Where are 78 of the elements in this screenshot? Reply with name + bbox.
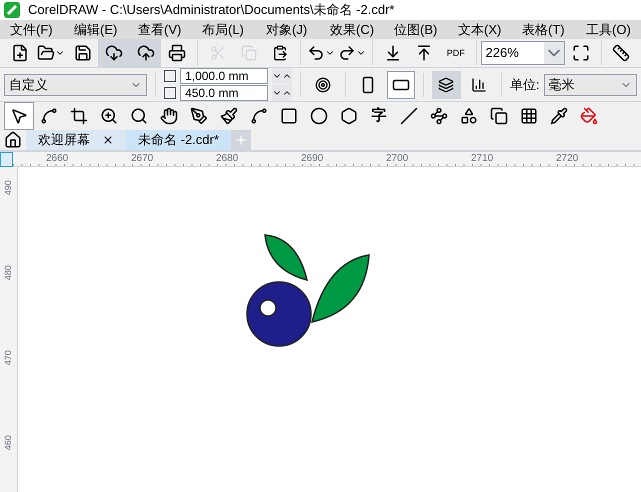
bar-chart-icon bbox=[470, 76, 487, 92]
connector-icon bbox=[430, 107, 448, 125]
width-field[interactable]: 1,000.0 mm bbox=[180, 68, 268, 84]
menu-item[interactable]: 布局(L) bbox=[192, 20, 256, 39]
menu-item[interactable]: 位图(B) bbox=[384, 20, 448, 39]
menu-item[interactable]: 查看(V) bbox=[128, 20, 192, 39]
landscape-button[interactable] bbox=[386, 70, 416, 98]
ruler-label: 2710 bbox=[471, 152, 494, 166]
new-file-icon bbox=[10, 44, 29, 62]
pen-nib-icon bbox=[190, 107, 208, 125]
printer-icon bbox=[168, 44, 186, 62]
undo-icon bbox=[306, 44, 325, 62]
ruler-label: 470 bbox=[2, 350, 14, 366]
spinner-icon[interactable] bbox=[272, 68, 292, 84]
ruler-label: 2690 bbox=[301, 152, 324, 166]
zoom-field[interactable]: 226% bbox=[480, 41, 566, 65]
crop-icon bbox=[70, 107, 88, 125]
line-icon bbox=[400, 107, 418, 125]
circle-icon bbox=[310, 107, 328, 125]
width-icon bbox=[164, 70, 176, 82]
layers-icon bbox=[438, 76, 454, 92]
document-tab[interactable]: 未命名 -2.cdr* bbox=[126, 130, 231, 150]
document-tab[interactable]: 欢迎屏幕 bbox=[26, 130, 126, 150]
clipboard-icon bbox=[272, 45, 288, 61]
curve-icon bbox=[250, 107, 268, 125]
copy-icon bbox=[241, 45, 257, 61]
cloud-upload-icon bbox=[136, 44, 155, 62]
blend-icon bbox=[460, 107, 478, 125]
ruler-label: 2680 bbox=[216, 152, 240, 166]
all-pages-button[interactable] bbox=[432, 70, 461, 98]
unit-label: 单位: bbox=[510, 76, 540, 94]
search-icon bbox=[130, 107, 148, 125]
height-field[interactable]: 450.0 mm bbox=[180, 85, 268, 101]
menu-item[interactable]: 表格(T) bbox=[512, 20, 576, 39]
zoom-icon bbox=[100, 107, 118, 125]
target-icon bbox=[315, 76, 332, 92]
cloud-upload-button[interactable] bbox=[130, 39, 162, 67]
dropdown-caret-icon bbox=[544, 42, 564, 64]
brush-icon bbox=[220, 107, 238, 125]
home-icon[interactable] bbox=[4, 131, 22, 149]
shadow-icon bbox=[490, 107, 508, 125]
ruler-label: 2660 bbox=[46, 152, 70, 166]
ruler-label: 480 bbox=[2, 265, 14, 280]
menu-item[interactable]: 效果(C) bbox=[320, 20, 384, 39]
ruler-label: 490 bbox=[2, 180, 14, 196]
height-icon bbox=[164, 87, 176, 99]
scissors-icon bbox=[210, 45, 226, 61]
ruler-label: 2700 bbox=[386, 152, 410, 166]
folder-icon bbox=[37, 44, 56, 62]
checkerboard-icon bbox=[520, 107, 538, 125]
node-icon bbox=[40, 107, 58, 125]
text-tool-button[interactable]: 字 bbox=[364, 102, 394, 130]
menu-item[interactable]: 文本(X) bbox=[448, 20, 512, 39]
pdf-button[interactable]: PDF bbox=[440, 39, 472, 67]
menu-item[interactable]: 工具(O) bbox=[576, 20, 640, 39]
tool-button[interactable] bbox=[4, 102, 34, 130]
ruler-icon bbox=[612, 44, 630, 62]
page-size-dropdown[interactable]: 自定义 bbox=[4, 74, 148, 96]
menu-item[interactable]: 文件(F) bbox=[0, 20, 64, 39]
menu-item[interactable]: 对象(J) bbox=[256, 20, 320, 39]
redo-icon bbox=[338, 44, 356, 62]
ruler-label: 2720 bbox=[556, 152, 580, 166]
cloud-download-icon bbox=[105, 44, 124, 62]
window-title: CorelDRAW - C:\Users\Administrator\Documents\未命名 -2.cdr* bbox=[28, 1, 394, 19]
close-icon bbox=[102, 134, 114, 146]
full-screen-icon bbox=[572, 44, 590, 62]
ruler-label: 460 bbox=[2, 435, 14, 450]
pointer-icon bbox=[10, 107, 28, 125]
menu-item[interactable]: 编辑(E) bbox=[64, 20, 128, 39]
hand-icon bbox=[160, 107, 178, 125]
paint-bucket-icon bbox=[580, 107, 598, 125]
hexagon-icon bbox=[340, 107, 358, 125]
unit-dropdown[interactable]: 毫米 bbox=[544, 74, 637, 96]
rectangle-icon bbox=[280, 107, 298, 125]
eyedropper-icon bbox=[550, 107, 568, 125]
cloud-download-button[interactable] bbox=[98, 39, 130, 67]
ruler-label: 2670 bbox=[131, 152, 154, 166]
spinner-icon[interactable] bbox=[272, 85, 292, 101]
